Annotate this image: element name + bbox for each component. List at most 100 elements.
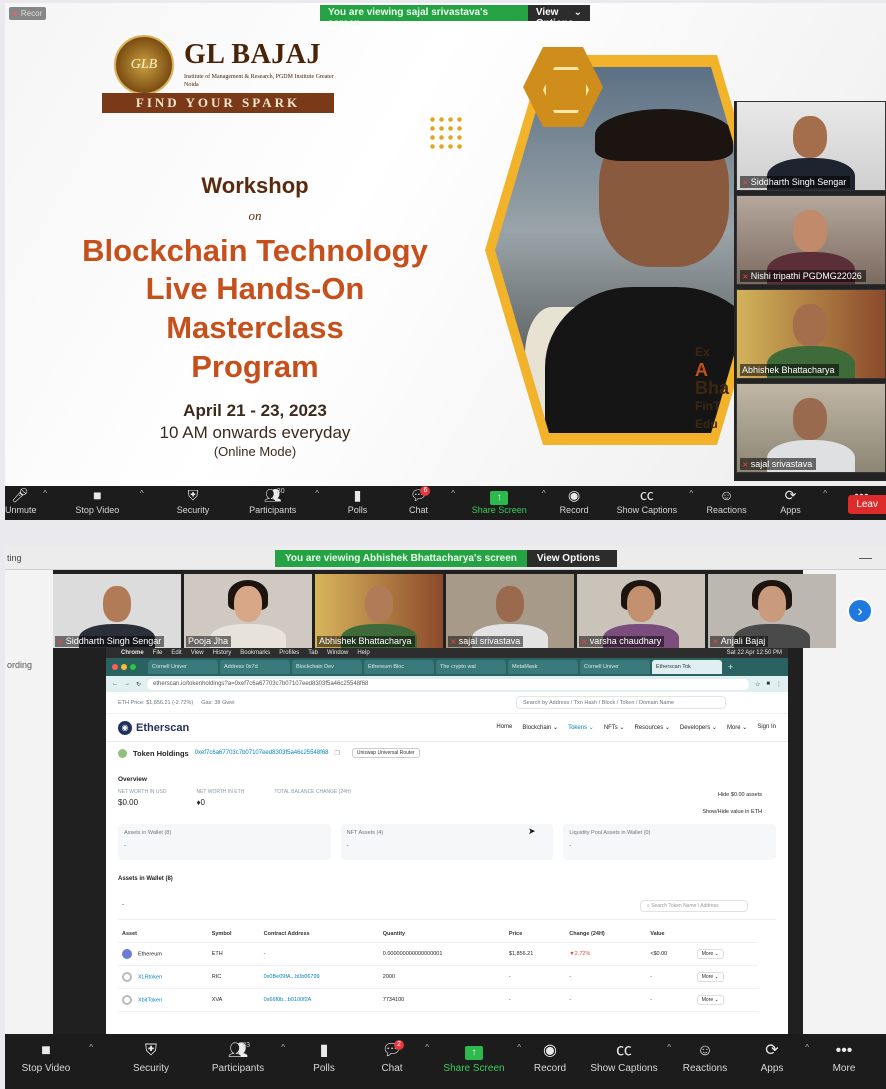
nav-tokens[interactable]: Tokens ⌄ — [568, 724, 594, 731]
nav-resources[interactable]: Resources ⌄ — [635, 724, 670, 731]
chevron-up-icon[interactable]: ^ — [667, 1043, 671, 1052]
menu-bookmarks[interactable]: Bookmarks — [240, 650, 270, 656]
video-tile[interactable]: Pooja Jha — [184, 574, 312, 648]
switch-button[interactable]: Uniswap Universal Router — [351, 748, 420, 758]
share-screen-button[interactable]: ↑ Share Screen ^ — [465, 486, 546, 515]
chevron-up-icon[interactable]: ^ — [823, 489, 827, 498]
chevron-up-icon[interactable]: ^ — [805, 1043, 809, 1052]
menu-tab[interactable]: Tab — [308, 650, 318, 656]
video-tile[interactable]: ⨯ Anjali Bajaj — [708, 574, 836, 648]
minimize-icon[interactable] — [121, 664, 127, 670]
video-tile[interactable]: Abhishek Bhattacharya — [315, 574, 443, 648]
show-eth-value-toggle[interactable]: Show/Hide value in ETH — [702, 809, 762, 815]
record-button[interactable]: ◉ Record — [525, 1040, 575, 1074]
menu-kebab-icon[interactable]: ⋮ — [776, 681, 782, 688]
participants-button[interactable]: 👥︎ 83 Participants ^ — [203, 1040, 285, 1074]
row-more-button[interactable]: More ⌄ — [696, 995, 724, 1005]
polls-button[interactable]: ▮ Polls — [299, 1040, 349, 1074]
forward-icon[interactable]: → — [124, 681, 130, 687]
apps-button[interactable]: ⟳ Apps ^ — [747, 1040, 809, 1074]
reactions-button[interactable]: ☺ Reactions — [697, 486, 756, 515]
security-button[interactable]: ⛨ Security — [121, 1040, 181, 1074]
menu-chrome[interactable]: Chrome — [121, 650, 144, 656]
hide-zero-assets-toggle[interactable]: Hide $0.00 assets — [718, 792, 762, 798]
show-captions-button[interactable]: ㏄ Show Captions ^ — [613, 486, 694, 515]
maximize-icon[interactable] — [130, 664, 136, 670]
etherscan-logo[interactable]: ◉ Etherscan — [118, 720, 189, 735]
video-tile[interactable]: Abhishek Bhattacharya — [736, 289, 886, 379]
wallet-address[interactable]: 0xef7c6a67703c7b07107eed8303f5a46c25548f… — [195, 750, 329, 756]
stop-video-button[interactable]: ■ Stop Video ^ — [11, 1040, 93, 1074]
security-button[interactable]: ⛨ Security — [164, 486, 223, 515]
browser-tab[interactable]: Cornell Univer — [148, 660, 218, 674]
view-options-button[interactable]: View Options — [526, 550, 617, 567]
chevron-up-icon[interactable]: ^ — [451, 489, 455, 498]
nav-developers[interactable]: Developers ⌄ — [680, 724, 717, 731]
browser-tab[interactable]: Blockchain Dev — [292, 660, 362, 674]
new-tab-icon[interactable]: + — [728, 662, 733, 672]
extensions-icon[interactable]: ■ — [766, 681, 770, 687]
star-icon[interactable]: ☆ — [755, 681, 760, 688]
chevron-up-icon[interactable]: ^ — [689, 489, 693, 498]
nav-sign-in[interactable]: Sign In — [757, 724, 776, 731]
gallery-next-button[interactable]: › — [847, 598, 873, 624]
row-more-button[interactable]: More ⌄ — [696, 949, 724, 959]
video-tile[interactable]: ⨯ Nishi tripathi PGDMG22026 — [736, 195, 886, 285]
reload-icon[interactable]: ↻ — [136, 681, 141, 688]
video-tile[interactable]: ⨯ sajal srivastava — [736, 383, 886, 473]
browser-tab[interactable]: Ethereum Bloc — [364, 660, 434, 674]
back-icon[interactable]: ← — [112, 681, 118, 687]
token-search-input[interactable]: ⌕ Search Token Name / Address — [640, 900, 748, 912]
share-screen-button[interactable]: ↑ Share Screen ^ — [439, 1040, 521, 1074]
chat-button[interactable]: 💬︎ 2 Chat ^ — [367, 1040, 429, 1074]
liquidity-pool-card[interactable]: Liquidity Pool Assets in Wallet (0) - — [563, 824, 777, 860]
show-captions-button[interactable]: ㏄ Show Captions ^ — [589, 1040, 671, 1074]
row-more-button[interactable]: More ⌄ — [696, 972, 724, 982]
close-icon[interactable] — [112, 664, 118, 670]
unmute-button[interactable]: 🎤︎ Unmute ^ — [5, 486, 47, 515]
nav-blockchain[interactable]: Blockchain ⌄ — [522, 724, 558, 731]
video-tile[interactable]: ⨯ Siddharth Singh Sengar — [53, 574, 181, 648]
menu-window[interactable]: Window — [327, 650, 348, 656]
more-button[interactable]: •••More — [819, 1040, 869, 1074]
leave-button[interactable]: Leav — [848, 495, 886, 514]
chevron-up-icon[interactable]: ^ — [281, 1043, 285, 1052]
apps-button[interactable]: ⟳ Apps ^ — [766, 486, 827, 515]
menu-profiles[interactable]: Profiles — [279, 650, 299, 656]
menu-help[interactable]: Help — [357, 650, 369, 656]
copy-icon[interactable]: ❐ — [335, 750, 340, 757]
chevron-up-icon[interactable]: ^ — [140, 489, 144, 498]
menu-view[interactable]: View — [191, 650, 204, 656]
video-tile[interactable]: ⨯ sajal srivastava — [446, 574, 574, 648]
browser-tab[interactable]: Cornell Univer — [580, 660, 650, 674]
chevron-up-icon[interactable]: ^ — [517, 1043, 521, 1052]
menu-history[interactable]: History — [213, 650, 232, 656]
nav-nfts[interactable]: NFTs ⌄ — [604, 724, 625, 731]
menu-edit[interactable]: Edit — [171, 650, 181, 656]
polls-button[interactable]: ▮ Polls — [333, 486, 382, 515]
minimize-icon[interactable]: — — [859, 550, 872, 565]
browser-tab[interactable]: The crypto wal — [436, 660, 506, 674]
assets-in-wallet-card[interactable]: Assets in Wallet (8) - — [118, 824, 331, 860]
reactions-button[interactable]: ☺ Reactions — [675, 1040, 735, 1074]
nft-assets-card[interactable]: NFT Assets (4) - — [340, 824, 554, 860]
browser-tab-active[interactable]: Etherscan Tok — [652, 660, 722, 674]
nav-more[interactable]: More ⌄ — [727, 724, 747, 731]
etherscan-search-input[interactable]: Search by Address / Txn Hash / Block / T… — [516, 696, 726, 709]
stop-video-button[interactable]: ■ Stop Video ^ — [63, 486, 143, 515]
view-options-button[interactable]: View Options ⌄ — [527, 5, 590, 29]
participants-button[interactable]: 👥︎ 80 Participants ^ — [238, 486, 319, 515]
menu-file[interactable]: File — [153, 650, 163, 656]
chevron-up-icon[interactable]: ^ — [89, 1043, 93, 1052]
video-tile[interactable]: ⨯ Siddharth Singh Sengar — [736, 101, 886, 191]
address-bar[interactable]: etherscan.io/tokenholdings?a=0xef7c6a677… — [147, 678, 749, 690]
browser-tab[interactable]: MetaMask — [508, 660, 578, 674]
chevron-up-icon[interactable]: ^ — [315, 489, 319, 498]
nav-home[interactable]: Home — [496, 724, 512, 731]
video-tile[interactable]: ⨯ varsha chaudhary — [577, 574, 705, 648]
record-button[interactable]: ◉ Record — [550, 486, 599, 515]
chat-button[interactable]: 💬︎ 6 Chat ^ — [394, 486, 455, 515]
chevron-up-icon[interactable]: ^ — [542, 489, 546, 498]
chevron-up-icon[interactable]: ^ — [43, 489, 47, 498]
browser-tab[interactable]: Address 0x7d — [220, 660, 290, 674]
